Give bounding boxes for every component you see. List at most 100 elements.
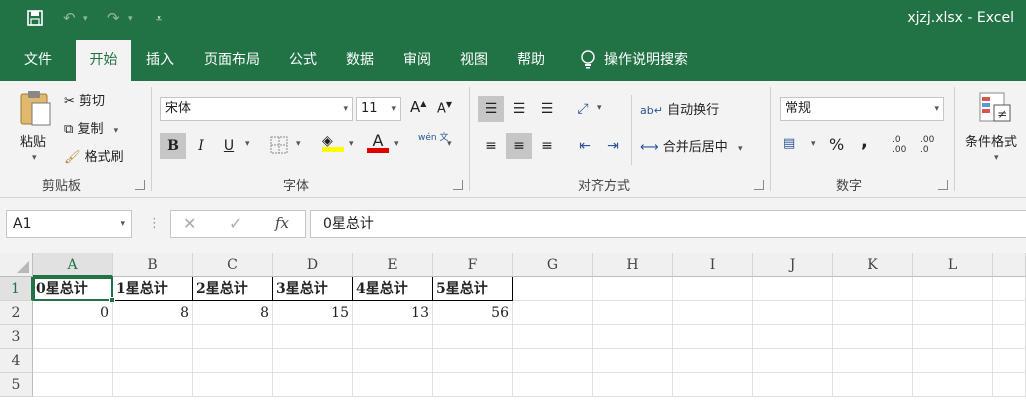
enter-icon[interactable]: ✓ [229,214,242,233]
empty-cell[interactable] [593,373,673,397]
empty-cell[interactable] [673,349,753,373]
underline-dropdown-icon[interactable]: ▾ [245,139,250,149]
empty-cell[interactable] [833,325,913,349]
empty-cell[interactable] [353,373,433,397]
empty-cell[interactable] [353,325,433,349]
empty-cell[interactable] [833,277,913,301]
lightbulb-icon[interactable] [572,40,604,81]
empty-cell[interactable] [673,301,753,325]
empty-cell[interactable] [193,349,273,373]
column-header[interactable]: A [33,253,113,277]
font-launcher-icon[interactable] [453,180,463,190]
empty-cell[interactable] [113,373,193,397]
empty-cell[interactable] [433,349,513,373]
comma-button[interactable]: , [861,131,868,152]
empty-cell[interactable] [753,277,833,301]
empty-cell[interactable] [913,349,993,373]
row-header[interactable]: 3 [0,325,33,349]
tab-insert[interactable]: 插入 [135,40,185,81]
empty-cell[interactable] [753,301,833,325]
empty-cell[interactable] [753,373,833,397]
formula-input[interactable]: 0星总计 [310,210,1026,238]
grow-font-button[interactable]: A▲ [410,98,426,116]
customize-icon[interactable]: ⩡ [156,12,162,26]
column-header[interactable] [993,253,1026,277]
column-header[interactable]: H [593,253,673,277]
empty-cell[interactable] [833,373,913,397]
align-bottom-icon[interactable]: ☰ [534,96,560,122]
empty-cell[interactable] [673,373,753,397]
insert-function-icon[interactable]: fx [275,214,289,232]
cell-a2[interactable]: 0 [33,301,113,325]
empty-cell[interactable] [913,301,993,325]
column-header[interactable]: I [673,253,753,277]
phonetic-icon[interactable]: wén 文 [418,133,448,143]
align-top-icon[interactable]: ☰ [478,96,504,122]
column-header[interactable]: K [833,253,913,277]
column-header[interactable]: L [913,253,993,277]
undo-icon[interactable]: ↶ [63,9,76,27]
empty-cell[interactable] [113,325,193,349]
empty-cell[interactable] [673,325,753,349]
merge-dropdown-icon[interactable]: ▾ [738,144,743,154]
empty-cell[interactable] [593,349,673,373]
empty-cell[interactable] [833,349,913,373]
format-painter-button[interactable]: 🖌 格式刷 [64,146,124,165]
empty-cell[interactable] [273,373,353,397]
clipboard-launcher-icon[interactable] [135,180,145,190]
tab-review[interactable]: 审阅 [394,40,440,81]
cell-b1[interactable]: 1星总计 [113,277,193,301]
tab-file[interactable]: 文件 [10,40,66,81]
cut-button[interactable]: ✂ 剪切 [64,90,105,109]
conditional-format-icon[interactable]: ≠ [978,91,1014,129]
shrink-font-button[interactable]: A▼ [437,100,452,116]
empty-cell[interactable] [913,325,993,349]
cell-c1[interactable]: 2星总计 [193,277,273,301]
empty-cell[interactable] [513,277,593,301]
column-header[interactable]: B [113,253,193,277]
number-launcher-icon[interactable] [938,180,948,190]
column-header[interactable]: C [193,253,273,277]
empty-cell[interactable] [593,325,673,349]
row-header[interactable]: 4 [0,349,33,373]
paste-icon[interactable] [18,89,54,131]
font-name-select[interactable]: 宋体 ▾ [160,97,353,121]
underline-button[interactable]: U [216,133,242,159]
fill-handle[interactable] [109,297,115,303]
decrease-indent-icon[interactable]: ⇤ [572,133,598,159]
empty-cell[interactable] [433,373,513,397]
font-color-dropdown-icon[interactable]: ▾ [394,139,399,149]
empty-cell[interactable] [513,373,593,397]
align-middle-icon[interactable]: ☰ [506,96,532,122]
cell-d2[interactable]: 15 [273,301,353,325]
empty-cell[interactable] [993,373,1026,397]
empty-cell[interactable] [593,277,673,301]
increase-indent-icon[interactable]: ⇥ [600,133,626,159]
row-header[interactable]: 5 [0,373,33,397]
fill-color-button[interactable]: ◈ [322,133,344,152]
cancel-icon[interactable]: ✕ [183,214,196,233]
cell-c2[interactable]: 8 [193,301,273,325]
empty-cell[interactable] [193,373,273,397]
borders-icon[interactable] [270,136,288,158]
conditional-format-dropdown-icon[interactable]: ▾ [994,153,999,163]
phonetic-dropdown-icon[interactable]: ▾ [447,139,452,149]
tab-view[interactable]: 视图 [451,40,497,81]
cell-e2[interactable]: 13 [353,301,433,325]
paste-button[interactable]: 粘贴 [20,131,46,150]
align-center-icon[interactable]: ≡ [506,133,532,159]
alignment-launcher-icon[interactable] [754,180,764,190]
select-all-corner[interactable] [0,253,33,277]
empty-cell[interactable] [513,349,593,373]
cell-b2[interactable]: 8 [113,301,193,325]
empty-cell[interactable] [673,277,753,301]
empty-cell[interactable] [193,325,273,349]
bold-button[interactable]: B [160,133,186,159]
empty-cell[interactable] [273,325,353,349]
empty-cell[interactable] [33,349,113,373]
drag-handle-icon[interactable]: ⋮ [148,216,161,231]
orientation-dropdown-icon[interactable]: ▾ [597,103,602,113]
increase-decimal-button[interactable]: .0 .00 [892,135,906,155]
empty-cell[interactable] [113,349,193,373]
undo-dropdown-icon[interactable]: ▾ [83,14,88,24]
